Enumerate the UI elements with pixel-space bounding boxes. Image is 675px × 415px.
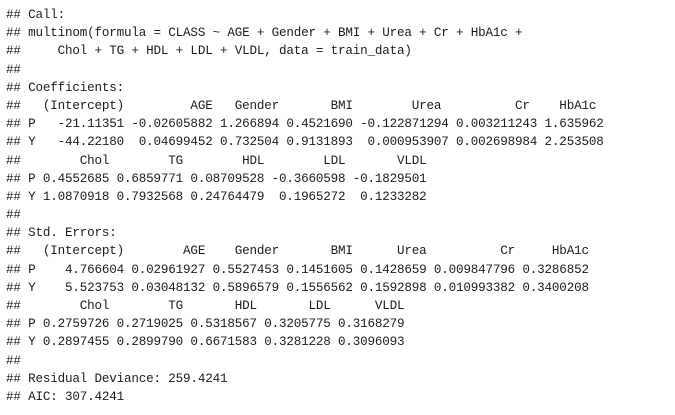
blank-comment-line: ## (6, 62, 21, 77)
coefficients-column-header: ## (Intercept) AGE Gender BMI Urea Cr Hb… (6, 98, 597, 113)
residual-deviance-line: ## Residual Deviance: 259.4241 (6, 371, 228, 386)
coefficients-row-p-2: ## P 0.4552685 0.6859771 0.08709528 -0.3… (6, 171, 427, 186)
std-errors-column-header-2: ## Chol TG HDL LDL VLDL (6, 299, 405, 313)
coefficients-row-y: ## Y -44.22180 0.04699452 0.732504 0.913… (6, 135, 604, 150)
std-errors-row-y-2: ## Y 0.2897455 0.2899790 0.6671583 0.328… (6, 335, 405, 350)
std-errors-row-y: ## Y 5.523753 0.03048132 0.5896579 0.155… (6, 280, 589, 295)
coefficients-header-line: ## Coefficients: (6, 80, 125, 95)
std-errors-row-p-2: ## P 0.2759726 0.2719025 0.5318567 0.320… (6, 317, 405, 332)
coefficients-column-header-2: ## Chol TG HDL LDL VLDL (6, 153, 427, 168)
call-formula-continuation-line: ## Chol + TG + HDL + LDL + VLDL, data = … (6, 44, 412, 59)
std-errors-row-p: ## P 4.766604 0.02961927 0.5527453 0.145… (6, 262, 589, 277)
coefficients-row-y-2: ## Y 1.0870918 0.7932568 0.24764479 0.19… (6, 189, 427, 204)
call-header-line: ## Call: (6, 8, 66, 22)
coefficients-row-p: ## P -21.11351 -0.02605882 1.266894 0.45… (6, 117, 604, 132)
blank-comment-line: ## (6, 353, 21, 368)
std-errors-column-header: ## (Intercept) AGE Gender BMI Urea Cr Hb… (6, 244, 589, 259)
r-console-output: ## Call: ## multinom(formula = CLASS ~ A… (6, 6, 669, 415)
aic-line: ## AIC: 307.4241 (6, 389, 125, 404)
blank-comment-line: ## (6, 208, 21, 223)
call-formula-line: ## multinom(formula = CLASS ~ AGE + Gend… (6, 26, 523, 41)
std-errors-header-line: ## Std. Errors: (6, 226, 117, 241)
